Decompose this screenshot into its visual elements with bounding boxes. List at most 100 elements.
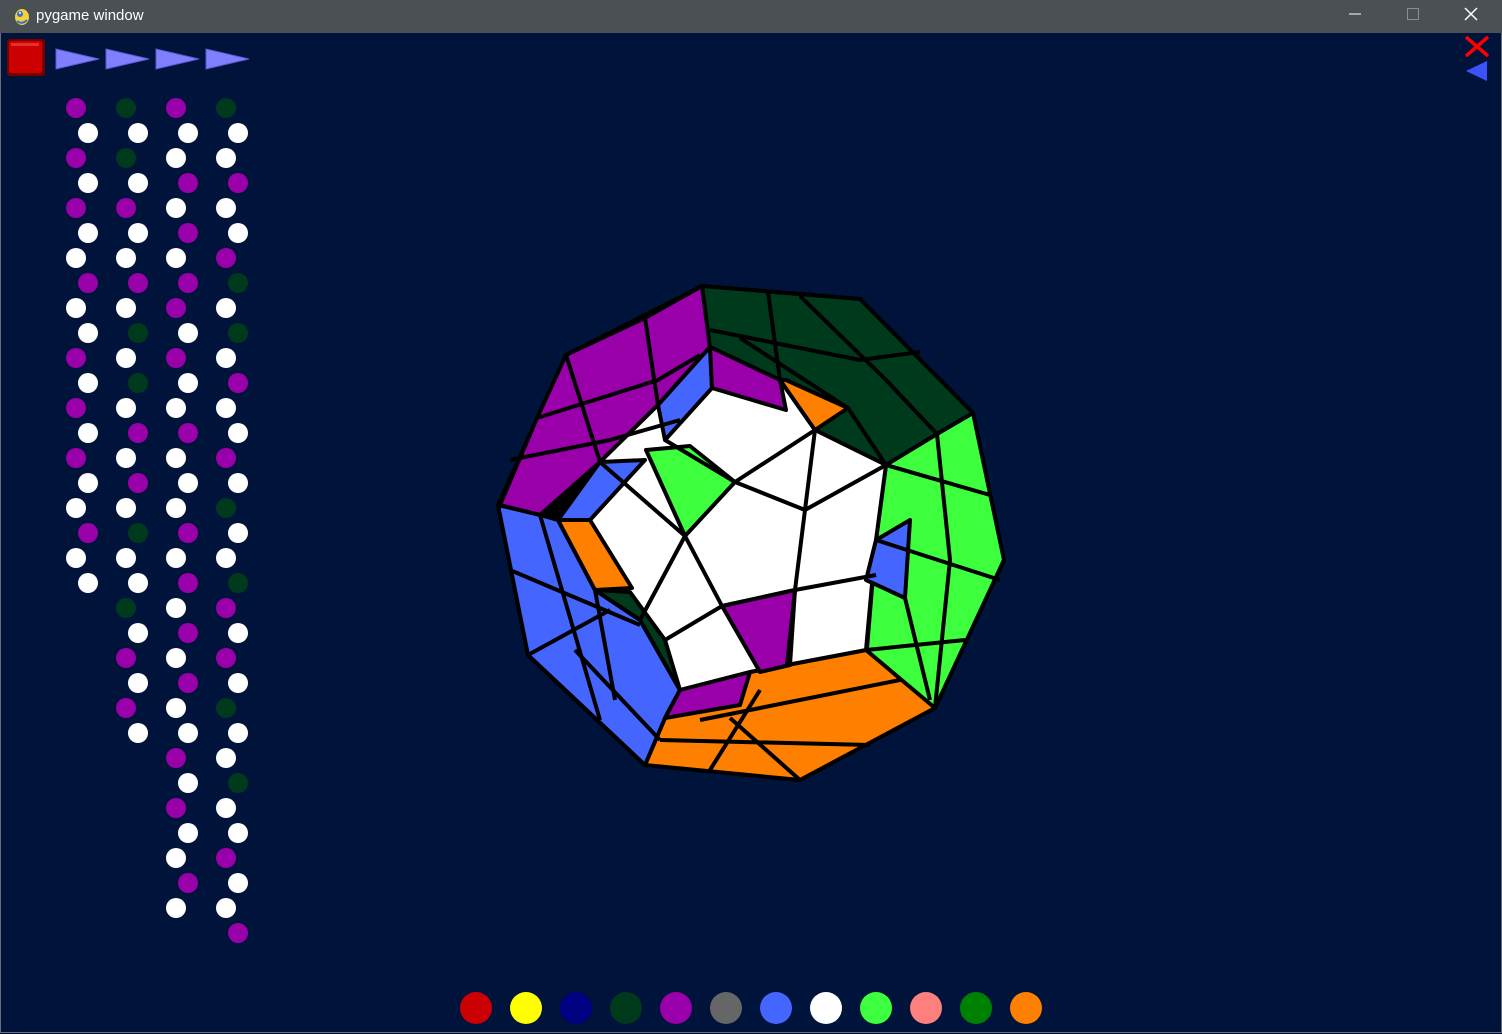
move-dot <box>78 423 98 443</box>
move-dot <box>216 648 236 668</box>
move-dot <box>128 373 148 393</box>
move-dot <box>178 423 198 443</box>
move-dot <box>116 298 136 318</box>
palette-swatch-green[interactable] <box>860 992 892 1024</box>
move-dot <box>116 398 136 418</box>
move-dot <box>116 648 136 668</box>
move-dot <box>228 823 248 843</box>
play-button[interactable] <box>155 48 200 70</box>
move-dot <box>128 323 148 343</box>
palette-swatch-yellow[interactable] <box>510 992 542 1024</box>
move-dot <box>216 898 236 918</box>
move-dot <box>166 748 186 768</box>
move-dot <box>178 273 198 293</box>
move-dot <box>78 323 98 343</box>
move-dot <box>128 623 148 643</box>
move-dot <box>228 773 248 793</box>
move-dot <box>66 248 86 268</box>
move-dot <box>228 673 248 693</box>
move-dot <box>178 573 198 593</box>
move-dot <box>216 798 236 818</box>
move-dot <box>166 898 186 918</box>
move-dot <box>116 598 136 618</box>
palette-swatch-orange[interactable] <box>1010 992 1042 1024</box>
move-dot <box>228 373 248 393</box>
move-dot <box>178 173 198 193</box>
move-dot <box>228 223 248 243</box>
move-dot <box>178 373 198 393</box>
stop-button[interactable] <box>7 39 45 76</box>
move-dot <box>166 398 186 418</box>
move-dot <box>66 548 86 568</box>
move-dot <box>128 723 148 743</box>
move-dot <box>178 223 198 243</box>
move-dot <box>216 248 236 268</box>
move-dot <box>178 823 198 843</box>
move-dot <box>166 848 186 868</box>
palette-swatch-blue[interactable] <box>760 992 792 1024</box>
move-dot <box>216 448 236 468</box>
move-dot <box>166 148 186 168</box>
move-dot <box>178 723 198 743</box>
play-right-icon <box>205 48 250 70</box>
move-dot <box>228 473 248 493</box>
palette-swatch-pink[interactable] <box>910 992 942 1024</box>
move-dot <box>116 98 136 118</box>
move-dot <box>78 273 98 293</box>
move-dot <box>66 448 86 468</box>
move-dot <box>166 198 186 218</box>
game-canvas[interactable] <box>0 0 1502 1034</box>
move-dot <box>166 298 186 318</box>
move-dot <box>66 98 86 118</box>
palette-swatch-gray[interactable] <box>710 992 742 1024</box>
move-dot <box>228 623 248 643</box>
move-dot <box>116 448 136 468</box>
move-dot <box>66 348 86 368</box>
move-dot <box>216 348 236 368</box>
move-dot <box>116 698 136 718</box>
palette-swatch-green-2[interactable] <box>960 992 992 1024</box>
play-left-icon[interactable] <box>1466 61 1487 81</box>
move-dot <box>116 498 136 518</box>
move-dot <box>178 623 198 643</box>
move-dot <box>66 148 86 168</box>
palette-swatch-purple[interactable] <box>660 992 692 1024</box>
move-dot <box>216 848 236 868</box>
move-dot <box>78 523 98 543</box>
move-dot <box>228 173 248 193</box>
play-right-icon <box>55 48 100 70</box>
move-dot <box>116 348 136 368</box>
move-dot <box>128 223 148 243</box>
move-dot <box>216 598 236 618</box>
move-dot <box>116 148 136 168</box>
move-dot <box>216 548 236 568</box>
megaminx-puzzle[interactable] <box>496 284 1006 782</box>
move-dot <box>78 373 98 393</box>
play-button[interactable] <box>55 48 100 70</box>
move-dot <box>166 698 186 718</box>
move-dot <box>178 323 198 343</box>
play-button[interactable] <box>205 48 250 70</box>
play-right-icon <box>155 48 200 70</box>
color-palette <box>460 992 1042 1024</box>
palette-swatch-navy[interactable] <box>560 992 592 1024</box>
move-dot <box>128 123 148 143</box>
move-dot <box>116 248 136 268</box>
move-dot <box>116 548 136 568</box>
move-dot <box>178 773 198 793</box>
palette-swatch-dark-green[interactable] <box>610 992 642 1024</box>
move-dot <box>166 798 186 818</box>
close-x-icon[interactable] <box>1464 35 1490 58</box>
move-dot <box>116 198 136 218</box>
move-dot <box>78 223 98 243</box>
move-dot <box>78 173 98 193</box>
move-dot <box>228 923 248 943</box>
move-dot <box>128 573 148 593</box>
palette-swatch-white[interactable] <box>810 992 842 1024</box>
move-dot <box>166 648 186 668</box>
move-dot <box>66 498 86 518</box>
palette-swatch-red[interactable] <box>460 992 492 1024</box>
move-dot <box>66 398 86 418</box>
play-button[interactable] <box>105 48 150 70</box>
move-dot <box>78 123 98 143</box>
